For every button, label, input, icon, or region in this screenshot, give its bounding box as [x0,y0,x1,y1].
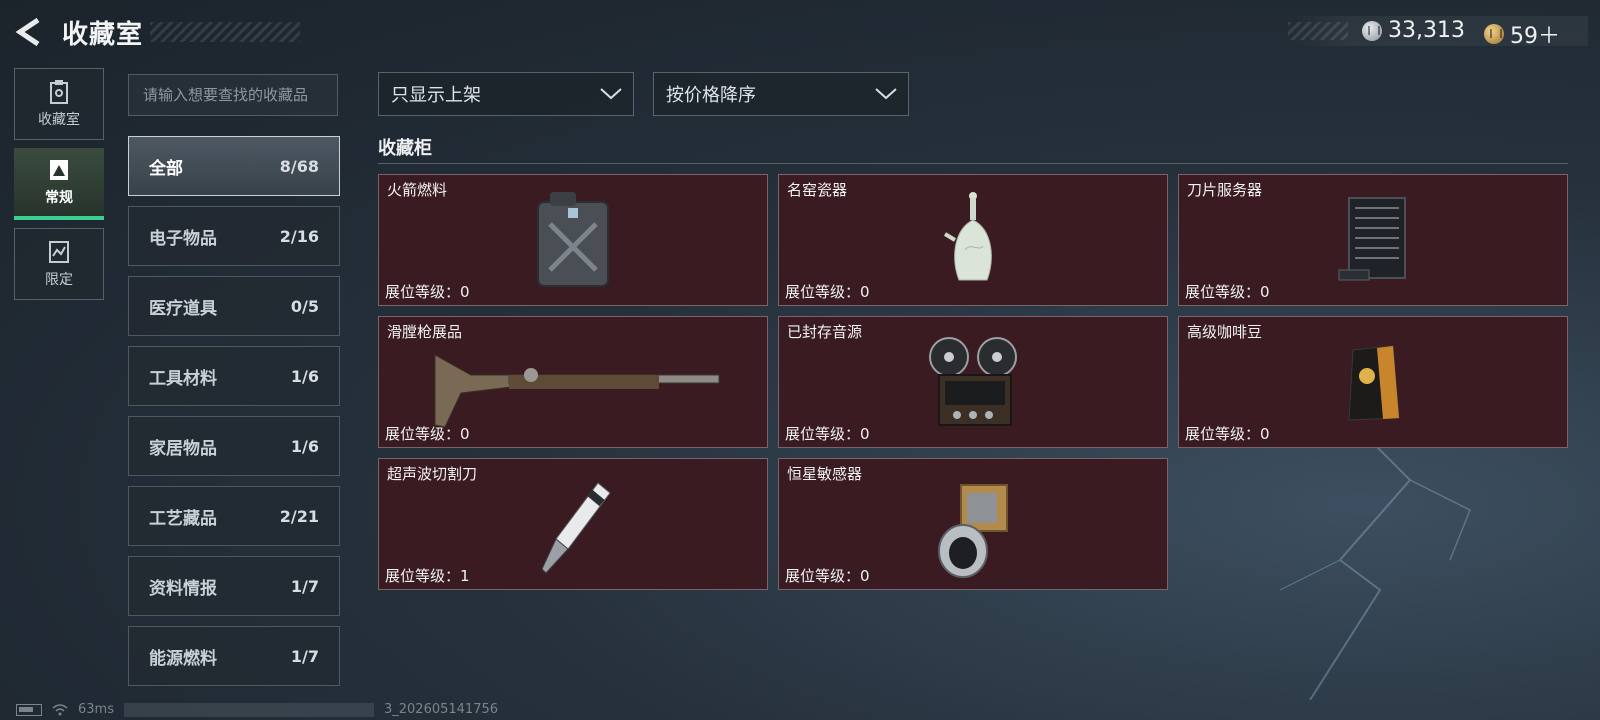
build-text: 3_202605141756 [383,702,499,717]
collection-card[interactable]: 超声波切割刀 展位等级：1 [378,458,768,590]
item-name: 刀片服务器 [1187,181,1263,199]
category-label: 家居物品 [149,438,217,459]
collection-card[interactable]: 高级咖啡豆 展位等级：0 [1178,316,1568,448]
side-nav-label: 限定 [45,272,73,288]
collection-grid: 火箭燃料 展位等级：0 名窑瓷器 展位等级：0 刀片服务器 展位等级：0 滑膛枪… [378,174,1568,590]
category-tools[interactable]: 工具材料 1/6 [128,346,340,406]
collection-card[interactable]: 恒星敏感器 展位等级：0 [778,458,1168,590]
side-nav: 收藏室 常规 限定 [14,68,106,308]
silver-currency-value: 33,313 [1388,18,1465,43]
collection-card[interactable]: 已封存音源 展位等级：0 [778,316,1168,448]
category-count: 1/6 [290,366,319,386]
category-medical[interactable]: 医疗道具 0/5 [128,276,340,336]
category-count: 1/7 [290,576,319,596]
sort-dropdown[interactable]: 按价格降序 [653,72,909,116]
item-level: 展位等级：0 [385,425,470,443]
wifi-icon [52,703,68,715]
silver-coin-icon [1362,20,1382,41]
redacted-strip [123,702,374,717]
category-all[interactable]: 全部 8/68 [128,136,340,196]
title-decoration [150,22,300,42]
silver-currency: 33,313 [1362,18,1465,43]
category-label: 全部 [149,158,183,179]
limited-icon [49,241,69,263]
currency-bar: 33,313 59＋ [1288,16,1588,49]
item-name: 高级咖啡豆 [1187,323,1263,341]
top-bar: 收藏室 33,313 59＋ [0,0,1600,64]
ultrasonic-knife-icon [541,482,611,574]
search-input[interactable] [128,74,338,116]
fuel-canister-icon [537,192,609,287]
item-level: 展位等级：0 [1185,283,1270,301]
collection-card[interactable]: 火箭燃料 展位等级：0 [378,174,768,306]
category-label: 工具材料 [149,368,217,389]
side-nav-collection-room[interactable]: 收藏室 [14,68,104,140]
cabinet-divider [378,163,1568,164]
collection-card[interactable]: 刀片服务器 展位等级：0 [1178,174,1568,306]
item-level: 展位等级：1 [385,567,470,585]
currency-decoration [1288,22,1348,40]
category-label: 能源燃料 [149,648,217,669]
side-nav-limited[interactable]: 限定 [14,228,104,300]
regular-icon [50,160,68,180]
category-list: 全部 8/68 电子物品 2/16 医疗道具 0/5 工具材料 1/6 家居物品… [128,136,340,696]
category-household[interactable]: 家居物品 1/6 [128,416,340,476]
category-count: 8/68 [279,156,319,176]
blade-server-icon [1338,197,1406,281]
item-level: 展位等级：0 [385,283,470,301]
category-count: 0/5 [290,296,319,316]
coffee-bag-icon [1348,345,1400,421]
gold-coin-icon [1484,24,1504,44]
chevron-down-icon [875,88,897,100]
item-name: 滑膛枪展品 [387,323,463,341]
ping-text: 63ms [78,702,114,717]
category-energy[interactable]: 能源燃料 1/7 [128,626,340,686]
item-level: 展位等级：0 [785,283,870,301]
chevron-down-icon [600,88,622,100]
category-intel[interactable]: 资料情报 1/7 [128,556,340,616]
musket-icon [434,353,720,428]
item-name: 已封存音源 [787,323,863,341]
item-name: 火箭燃料 [387,181,448,199]
item-name: 超声波切割刀 [387,465,478,483]
back-arrow-icon[interactable] [14,16,46,48]
filter-selected-value: 只显示上架 [391,85,481,106]
page-title: 收藏室 [62,20,144,50]
item-level: 展位等级：0 [785,425,870,443]
category-crafts[interactable]: 工艺藏品 2/21 [128,486,340,546]
category-count: 1/6 [290,436,319,456]
status-bar: 63ms 3_202605141756 [16,702,498,717]
porcelain-vase-icon [943,192,992,281]
cabinet-title: 收藏柜 [378,138,432,159]
category-label: 电子物品 [149,228,217,249]
item-name: 恒星敏感器 [787,465,863,483]
category-count: 2/21 [279,506,319,526]
collection-room-icon [50,80,68,104]
star-sensor-icon [938,483,1008,578]
side-nav-label: 常规 [45,190,73,206]
collection-card[interactable]: 名窑瓷器 展位等级：0 [778,174,1168,306]
gold-currency[interactable]: 59＋ [1484,18,1560,50]
collection-card[interactable]: 滑膛枪展品 展位等级：0 [378,316,768,448]
item-name: 名窑瓷器 [787,181,848,199]
category-count: 1/7 [290,646,319,666]
category-count: 2/16 [279,226,319,246]
item-level: 展位等级：0 [1185,425,1270,443]
category-label: 资料情报 [149,578,217,599]
category-label: 工艺藏品 [149,508,217,529]
gold-currency-value: 59＋ [1510,24,1560,49]
sort-selected-value: 按价格降序 [666,85,756,106]
item-level: 展位等级：0 [785,567,870,585]
side-nav-regular[interactable]: 常规 [14,148,104,220]
battery-icon [16,703,42,716]
category-label: 医疗道具 [149,298,217,319]
side-nav-label: 收藏室 [38,112,80,128]
category-electronics[interactable]: 电子物品 2/16 [128,206,340,266]
listing-filter-dropdown[interactable]: 只显示上架 [378,72,634,116]
reel-tape-recorder-icon [929,337,1017,426]
